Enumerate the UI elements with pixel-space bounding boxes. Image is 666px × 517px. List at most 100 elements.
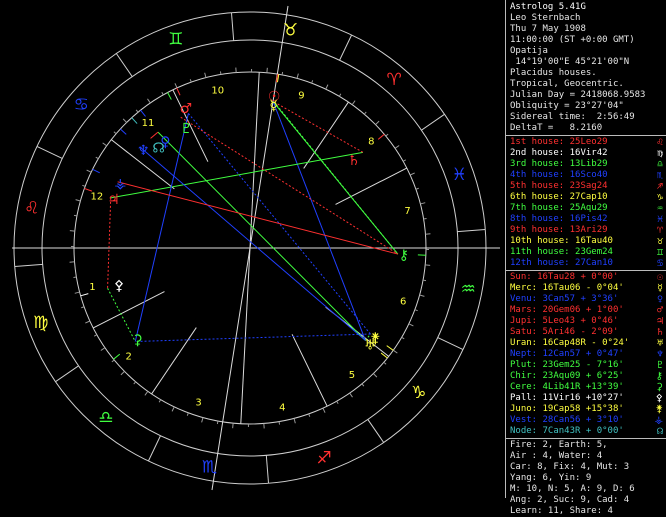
house-cusp-row: 6th house: 27Cap10 (510, 192, 608, 203)
aspect-line (181, 117, 398, 254)
header-line: Julian Day = 2418068.9583 (510, 90, 645, 101)
planet-row-symbol-icon: ☿ (657, 283, 663, 294)
planet-glyph-icon: ⚴ (114, 278, 124, 294)
house-cusp-row: 1st house: 25Leo29 (510, 137, 608, 148)
sign-boundary (116, 54, 132, 77)
planet-row-symbol-icon: ♄ (657, 327, 663, 338)
degree-tick (172, 407, 174, 412)
degree-tick (121, 371, 125, 375)
separator (506, 438, 666, 439)
chart-wheel: ♈♉♊♋♌♍♎♏♐♑♒♓ 123456789101112 ☉☿♀♂♃♄♅♆♇⚷⚳… (0, 0, 500, 498)
planet-row: Plut: 23Gem25 - 7°16' (510, 360, 624, 371)
degree-tick (159, 400, 161, 403)
zodiac-sign-icon: ♑ (411, 383, 426, 403)
degree-tick (85, 321, 90, 323)
degree-tick (309, 414, 310, 417)
zodiac-sign-icon: ♍ (33, 313, 48, 333)
planet-row-symbol-icon: ♀ (657, 294, 663, 305)
degree-tick (362, 384, 364, 386)
degree-tick (123, 119, 127, 123)
zodiac-sign-icon: ♌ (24, 199, 39, 219)
house-number-label: 9 (298, 90, 304, 101)
house-number-label: 3 (195, 398, 201, 409)
planet-row: Chir: 23Aqu09 + 6°25' (510, 371, 624, 382)
planet-tick (81, 294, 89, 296)
zodiac-sign-icon: ♋ (74, 95, 89, 115)
house-number-label: 11 (142, 118, 155, 129)
degree-tick (373, 374, 377, 378)
house-number-label: 10 (211, 85, 224, 96)
sign-boundary (56, 366, 79, 382)
header-line: 11:00:00 (ST +0:00 GMT) (510, 35, 635, 46)
sign-boundary (231, 13, 233, 41)
degree-tick (326, 85, 328, 90)
degree-tick (337, 401, 338, 404)
house-cusp-row: 9th house: 13Ari29 (510, 225, 608, 236)
planet-row: Merc: 16Tau06 - 0°04' (510, 283, 624, 294)
house-cusp-line (93, 292, 164, 328)
planet-tick (141, 110, 146, 116)
summary-line: Air : 4, Water: 4 (510, 451, 602, 462)
planet-row-symbol-icon: ☉ (657, 272, 663, 283)
sign-boundary (457, 229, 485, 231)
house-cusp-line (336, 168, 407, 204)
degree-tick (103, 143, 107, 146)
degree-tick (162, 92, 163, 95)
degree-tick (352, 101, 355, 105)
sign-boundary (15, 264, 43, 266)
planet-glyph-icon: ♂ (180, 101, 193, 117)
degree-tick (384, 362, 386, 364)
planet-row: Juno: 19Cap58 +15°38' (510, 404, 624, 415)
degree-tick (134, 382, 136, 384)
degree-tick (94, 335, 97, 336)
sign-boundary (148, 436, 160, 461)
house-cusp-row-symbol-icon: ♐ (657, 181, 663, 192)
sign-boundary (37, 146, 62, 158)
house-cusp-row: 5th house: 23Sag24 (510, 181, 608, 192)
planet-row: Jupi: 5Leo43 + 0°46' (510, 316, 618, 327)
planet-row-symbol-icon: ⚳ (656, 382, 663, 393)
degree-tick (339, 94, 341, 97)
planet-glyph-icon: ♃ (107, 192, 120, 208)
planet-row-symbol-icon: ♃ (657, 316, 663, 327)
planet-tick (177, 88, 180, 95)
sign-boundary (266, 455, 268, 483)
house-cusp-row-symbol-icon: ♍ (657, 148, 663, 159)
planet-row: Nept: 12Can57 + 0°47' (510, 349, 624, 360)
house-number-label: 6 (400, 297, 406, 308)
degree-tick (187, 413, 188, 416)
planet-row-symbol-icon: ⚴ (656, 393, 663, 404)
planet-row: Mars: 20Gem06 + 1°00' (510, 305, 624, 316)
degree-tick (282, 72, 283, 75)
planet-tick (387, 346, 394, 351)
house-number-label: 7 (404, 206, 410, 217)
house-cusp-row: 3rd house: 13Lib29 (510, 159, 608, 170)
house-cusp-row-symbol-icon: ♈ (657, 225, 663, 236)
degree-tick (294, 418, 295, 423)
degree-tick (416, 188, 419, 189)
sign-boundary (421, 114, 444, 130)
planet-row-symbol-icon: ♂ (657, 305, 663, 316)
separator (506, 135, 666, 136)
zodiac-sign-icon: ♓ (452, 165, 467, 185)
summary-line: M: 10, N: 5, A: 9, D: 6 (510, 484, 635, 495)
aspect-line (108, 288, 136, 341)
planet-row-symbol-icon: ⚶ (655, 415, 664, 426)
planet-tick (378, 134, 384, 139)
aspect-line (108, 198, 111, 288)
planet-row-symbol-icon: ♇ (657, 360, 663, 371)
house-number-label: 8 (368, 137, 374, 148)
planet-row-symbol-icon: ⚷ (656, 371, 663, 382)
degree-tick (114, 132, 116, 134)
planet-glyph-icon: ♆ (137, 143, 150, 159)
planet-tick (120, 129, 126, 134)
degree-tick (364, 112, 366, 114)
zodiac-sign-icon: ♒ (461, 279, 476, 299)
header-line: Placidus houses. (510, 68, 597, 79)
zodiac-sign-icon: ♊ (168, 30, 183, 50)
house-number-label: 4 (279, 403, 285, 414)
degree-tick (217, 421, 218, 424)
summary-line: Ang: 2, Suc: 9, Cad: 4 (510, 495, 629, 506)
degree-tick (409, 324, 414, 326)
degree-tick (76, 200, 81, 201)
